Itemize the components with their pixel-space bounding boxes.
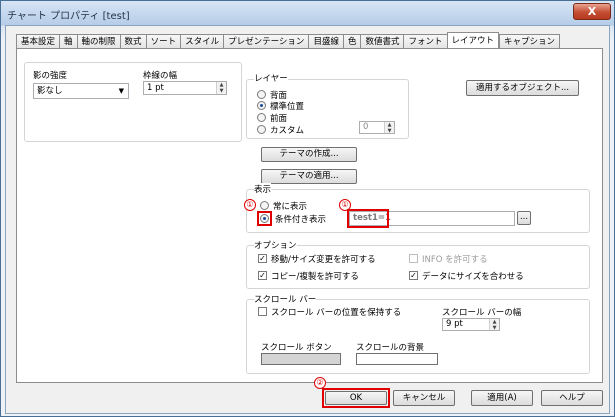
dialog-client: 基本設定 軸 軸の制限 数式 ソート スタイル プレゼンテーション 目盛線 色 …: [5, 25, 610, 414]
allow-copy-clone-checkbox[interactable]: ✓: [258, 271, 267, 280]
layer-front-label: 前面: [270, 114, 288, 124]
border-width-input[interactable]: 1 pt ▲ ▼: [143, 81, 227, 95]
tab-general[interactable]: 基本設定: [16, 34, 60, 49]
size-to-data-checkbox[interactable]: ✓: [409, 271, 418, 280]
cancel-button[interactable]: キャンセル: [393, 390, 455, 406]
spin-buttons[interactable]: ▲ ▼: [489, 319, 499, 331]
always-show-label: 常に表示: [273, 202, 308, 212]
allow-move-resize-checkbox[interactable]: ✓: [258, 254, 267, 263]
allow-copy-clone-label: コピー/複製を許可する: [271, 272, 359, 282]
tab-gridlines[interactable]: 目盛線: [308, 34, 343, 49]
layer-back-radio[interactable]: [257, 90, 266, 99]
border-width-label: 枠線の幅: [143, 71, 178, 81]
condition-ellipsis-button[interactable]: ...: [517, 211, 531, 225]
layer-custom-value: 0: [363, 122, 369, 132]
allow-move-resize-label: 移動/サイズ変更を許可する: [271, 255, 376, 265]
options-group: [246, 245, 590, 289]
scrollbar-width-value: 9 pt: [446, 319, 463, 329]
tab-font[interactable]: フォント: [403, 34, 447, 49]
apply-to-objects-button[interactable]: 適用するオブジェクト...: [466, 80, 579, 96]
display-label: 表示: [254, 183, 272, 195]
spin-buttons[interactable]: ▲ ▼: [216, 82, 226, 94]
border-width-value: 1 pt: [147, 83, 164, 93]
help-button[interactable]: ヘルプ: [541, 390, 603, 406]
keep-scroll-position-checkbox[interactable]: [258, 307, 267, 316]
spin-buttons[interactable]: ▲ ▼: [384, 122, 394, 134]
layer-custom-radio[interactable]: [257, 125, 266, 134]
shadow-select[interactable]: 影なし ▼: [33, 83, 129, 99]
chevron-down-icon: ▼: [118, 87, 124, 95]
create-theme-button[interactable]: テーマの作成...: [261, 147, 357, 162]
scrollbar-label: スクロール バー: [254, 293, 317, 305]
layer-front-radio[interactable]: [257, 113, 266, 122]
scroll-button-label: スクロール ボタン: [261, 343, 332, 353]
window-title: チャート プロパティ [test]: [7, 11, 130, 22]
condition-highlight: [347, 209, 389, 228]
tab-style[interactable]: スタイル: [180, 34, 224, 49]
ok-button[interactable]: OK: [325, 391, 387, 405]
chart-properties-window: チャート プロパティ [test] X 基本設定 軸 軸の制限 数式 ソート ス…: [0, 0, 615, 417]
tab-number-format[interactable]: 数値書式: [360, 34, 404, 49]
shadow-label: 影の強度: [33, 71, 68, 81]
options-label: オプション: [254, 239, 297, 251]
layer-custom-label: カスタム: [270, 126, 305, 136]
size-to-data-label: データにサイズを合わせる: [422, 272, 524, 282]
tab-axis-limits[interactable]: 軸の制限: [76, 34, 120, 49]
conditional-show-label: 条件付き表示: [275, 215, 327, 225]
keep-scroll-position-label: スクロール バーの位置を保持する: [271, 308, 402, 318]
shadow-value: 影なし: [37, 86, 63, 96]
scroll-background-label: スクロールの背景: [356, 343, 425, 353]
title-bar[interactable]: チャート プロパティ [test] X: [1, 1, 614, 25]
tab-colors[interactable]: 色: [342, 34, 361, 49]
scroll-button-color-swatch[interactable]: [261, 353, 341, 365]
layer-normal-radio[interactable]: [257, 101, 266, 110]
scrollbar-width-input[interactable]: 9 pt ▲ ▼: [442, 318, 500, 331]
tab-sort[interactable]: ソート: [145, 34, 181, 49]
conditional-show-radio[interactable]: [260, 214, 269, 223]
tab-expressions[interactable]: 数式: [119, 34, 146, 49]
allow-info-label: INFO を許可する: [422, 255, 488, 265]
always-show-radio[interactable]: [260, 201, 269, 210]
apply-theme-button[interactable]: テーマの適用...: [261, 169, 357, 184]
tab-caption[interactable]: キャプション: [499, 34, 561, 49]
tab-axis[interactable]: 軸: [59, 34, 77, 49]
tab-presentation[interactable]: プレゼンテーション: [223, 34, 309, 49]
layer-custom-input[interactable]: 0 ▲ ▼: [359, 121, 395, 134]
apply-button[interactable]: 適用(A): [471, 390, 533, 406]
tab-layout[interactable]: レイアウト: [446, 32, 500, 49]
scroll-background-color-swatch[interactable]: [356, 353, 438, 365]
scrollbar-width-label: スクロール バーの幅: [442, 308, 522, 318]
layer-label: レイヤー: [254, 72, 288, 84]
layer-normal-label: 標準位置: [270, 102, 305, 112]
tab-strip: 基本設定 軸 軸の制限 数式 ソート スタイル プレゼンテーション 目盛線 色 …: [16, 32, 561, 49]
close-button[interactable]: X: [573, 3, 611, 20]
layout-panel: 影の強度 影なし ▼ 枠線の幅 1 pt ▲ ▼ レイヤー 背面 標準位置 前面 …: [16, 48, 603, 383]
allow-info-checkbox: [409, 254, 418, 263]
annotation-1-left: ①: [244, 199, 256, 211]
